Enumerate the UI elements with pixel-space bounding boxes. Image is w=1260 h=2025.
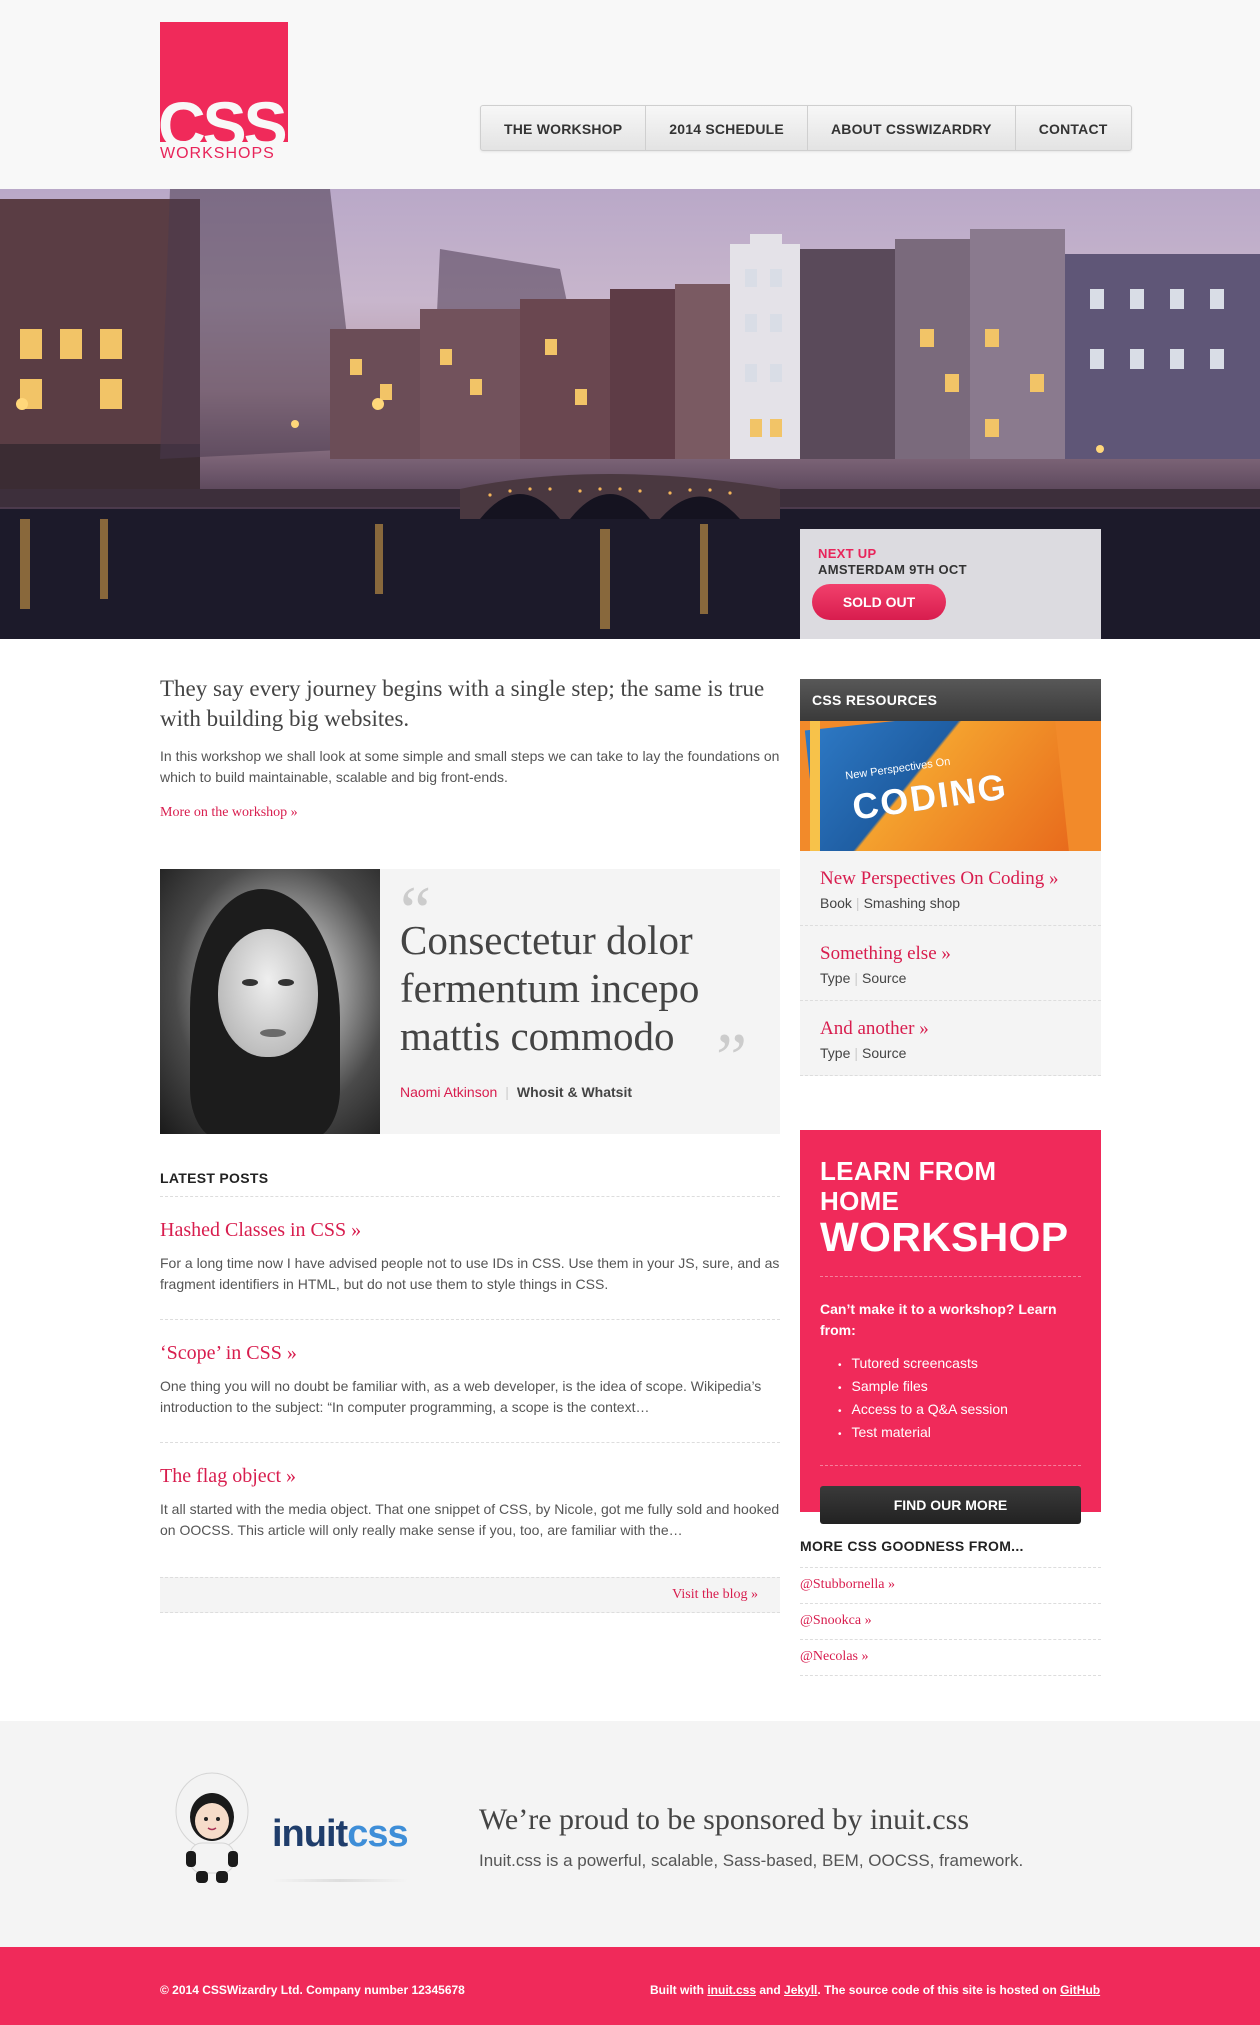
goodness-heading: MORE CSS GOODNESS FROM...	[800, 1538, 1101, 1568]
list-item: Sample files	[838, 1376, 1081, 1399]
hero-banner: NEXT UP AMSTERDAM 9TH OCT SOLD OUT	[0, 189, 1260, 639]
resource-meta: Type | Source	[820, 1045, 1081, 1061]
goodness-link-snookca[interactable]: @Snookca »	[800, 1604, 1101, 1640]
resource-title-link[interactable]: Something else »	[820, 943, 951, 964]
learn-from-home-box: LEARN FROM HOME WORKSHOP Can’t make it t…	[800, 1130, 1101, 1524]
post-item: ‘Scope’ in CSS » One thing you will no d…	[160, 1320, 780, 1443]
next-up-place: AMSTERDAM 9TH OCT	[818, 562, 967, 577]
post-excerpt: One thing you will no doubt be familiar …	[160, 1378, 762, 1415]
testimonial-text: Consectetur dolor fermentum incepo matti…	[400, 917, 700, 1059]
post-excerpt: For a long time now I have advised peopl…	[160, 1255, 780, 1292]
goodness-link-stubbornella[interactable]: @Stubbornella »	[800, 1568, 1101, 1604]
goodness-link-necolas[interactable]: @Necolas »	[800, 1640, 1101, 1676]
jekyll-link[interactable]: Jekyll	[784, 1983, 817, 1997]
learn-list: Tutored screencasts Sample files Access …	[820, 1353, 1081, 1445]
sold-out-button[interactable]: SOLD OUT	[812, 584, 946, 620]
testimonial-cite: Naomi Atkinson | Whosit & Whatsit	[400, 1084, 632, 1100]
resource-source: Smashing shop	[863, 895, 961, 911]
footer-credits: Built with inuit.css and Jekyll. The sou…	[650, 1983, 1100, 1997]
cite-separator: |	[505, 1084, 509, 1100]
resource-title-link[interactable]: New Perspectives On Coding »	[820, 868, 1059, 889]
resource-item: New Perspectives On Coding » Book | Smashi…	[800, 851, 1101, 926]
list-item: Tutored screencasts	[838, 1353, 1081, 1376]
inuitcss-link[interactable]: inuit.css	[707, 1983, 756, 1997]
post-item: The flag object » It all started with th…	[160, 1443, 780, 1565]
nav-the-workshop[interactable]: THE WORKSHOP	[481, 106, 647, 150]
resource-meta: Type | Source	[820, 970, 1081, 986]
logo-css-text: CSS	[160, 88, 288, 142]
meta-separator: |	[854, 970, 858, 986]
learn-heading-line1: LEARN FROM HOME	[820, 1156, 997, 1216]
intro-body: In this workshop we shall look at some s…	[160, 748, 780, 785]
nav-2014-schedule[interactable]: 2014 SCHEDULE	[646, 106, 808, 150]
post-title-link[interactable]: ‘Scope’ in CSS »	[160, 1342, 297, 1364]
logo-block: CSS	[160, 22, 288, 142]
footer-text: and	[756, 1983, 785, 1997]
meta-separator: |	[854, 1045, 858, 1061]
css-resources-heading: CSS RESOURCES	[800, 679, 1101, 721]
resource-type: Type	[820, 1045, 851, 1061]
nav-contact[interactable]: CONTACT	[1016, 106, 1131, 150]
css-resources-panel: CSS RESOURCES New Perspectives On CODING…	[800, 679, 1101, 1076]
latest-posts-heading: LATEST POSTS	[160, 1170, 780, 1197]
next-up-panel: NEXT UP AMSTERDAM 9TH OCT SOLD OUT	[800, 529, 1101, 639]
list-item: Access to a Q&A session	[838, 1399, 1081, 1422]
visit-blog-link[interactable]: Visit the blog »	[160, 1577, 780, 1613]
latest-posts: LATEST POSTS Hashed Classes in CSS » For…	[160, 1170, 780, 1613]
site-footer: © 2014 CSSWizardry Ltd. Company number 1…	[0, 1947, 1260, 2025]
intro-heading: They say every journey begins with a sin…	[160, 676, 765, 731]
meta-separator: |	[855, 895, 860, 911]
learn-heading-line2: WORKSHOP	[820, 1214, 1069, 1260]
footer-text: Built with	[650, 1983, 708, 1997]
testimonial-name[interactable]: Naomi Atkinson	[400, 1084, 497, 1100]
inuit-mascot-icon[interactable]	[172, 1771, 252, 1886]
resource-type: Book	[820, 895, 852, 911]
list-item: Test material	[838, 1422, 1081, 1445]
resource-type: Type	[820, 970, 851, 986]
testimonial-role: Whosit & Whatsit	[516, 1084, 633, 1100]
intro-section: They say every journey begins with a sin…	[160, 674, 780, 821]
resource-meta: Book | Smashing shop	[820, 895, 1081, 911]
footer-copyright: © 2014 CSSWizardry Ltd. Company number 1…	[160, 1983, 465, 1997]
logo-subtitle: WORKSHOPS	[160, 145, 275, 162]
sponsor-band: inuitcss We’re proud to be sponsored by …	[0, 1721, 1260, 1947]
resource-source: Source	[862, 970, 907, 986]
more-on-workshop-link[interactable]: More on the workshop »	[160, 805, 298, 821]
footer-text: . The source code of this site is hosted…	[817, 1983, 1061, 1997]
inuitcss-logo-inuit: inuit	[272, 1813, 348, 1855]
resource-title-link[interactable]: And another »	[820, 1018, 929, 1039]
inuitcss-logo-css: css	[347, 1813, 408, 1855]
inuitcss-logo[interactable]: inuitcss	[272, 1813, 409, 1856]
post-excerpt: It all started with the media object. Th…	[160, 1501, 780, 1538]
resource-source: Source	[862, 1045, 907, 1061]
post-item: Hashed Classes in CSS » For a long time …	[160, 1197, 780, 1320]
sponsor-heading: We’re proud to be sponsored by inuit.css	[479, 1803, 969, 1836]
testimonial: “ Consectetur dolor fermentum incepo mat…	[160, 869, 780, 1134]
book-cover-image[interactable]: New Perspectives On CODING	[800, 721, 1101, 851]
testimonial-photo	[160, 869, 380, 1134]
find-out-more-button[interactable]: FIND OUR MORE	[820, 1486, 1081, 1524]
learn-question: Can’t make it to a workshop? Learn from:	[820, 1301, 1057, 1338]
more-css-goodness: MORE CSS GOODNESS FROM... @Stubbornella …	[800, 1538, 1101, 1676]
sponsor-body: Inuit.css is a powerful, scalable, Sass-…	[479, 1851, 1024, 1870]
github-link[interactable]: GitHub	[1060, 1983, 1100, 1997]
main-nav: THE WORKSHOP 2014 SCHEDULE ABOUT CSSWIZA…	[480, 105, 1132, 151]
nav-about-csswizardry[interactable]: ABOUT CSSWIZARDRY	[808, 106, 1016, 150]
site-header: CSS WORKSHOPS THE WORKSHOP 2014 SCHEDULE…	[0, 0, 1260, 189]
resource-item: Something else » Type | Source	[800, 926, 1101, 1001]
resource-item: And another » Type | Source	[800, 1001, 1101, 1076]
close-quote-icon: ”	[716, 1020, 748, 1097]
post-title-link[interactable]: Hashed Classes in CSS »	[160, 1219, 361, 1241]
site-logo[interactable]: CSS WORKSHOPS	[160, 22, 288, 176]
post-title-link[interactable]: The flag object »	[160, 1465, 296, 1487]
next-up-label: NEXT UP	[818, 546, 877, 561]
